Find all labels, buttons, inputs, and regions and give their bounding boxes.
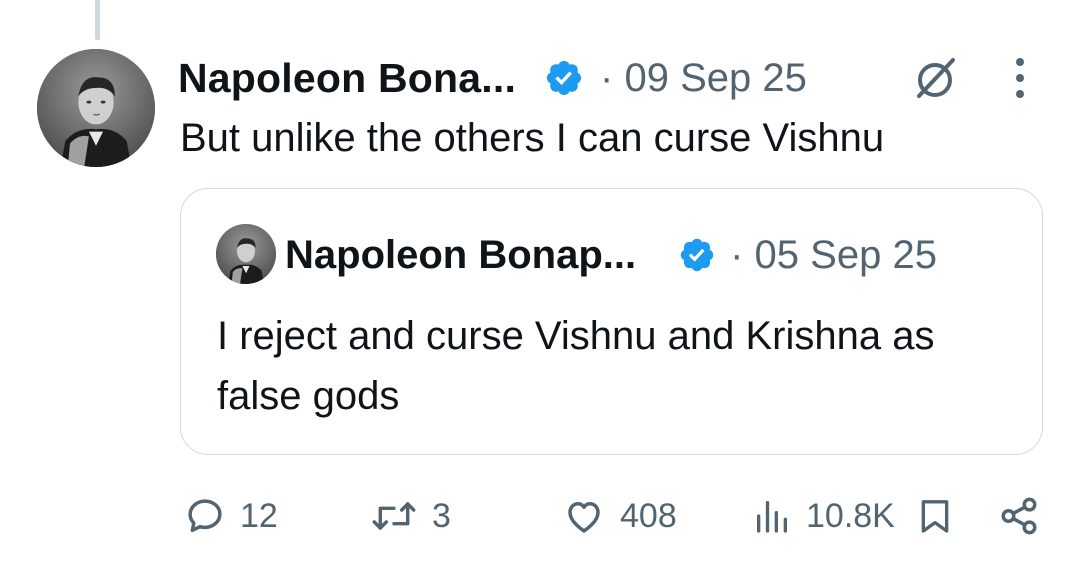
portrait-image [37,49,155,167]
like-count: 408 [620,496,677,535]
tweet-date[interactable]: · 09 Sep 25 [600,56,807,101]
portrait-image [216,224,276,284]
heart-icon [568,502,600,533]
quoted-tweet-header: Napoleon Bonap... · 05 Sep 25 [285,229,937,281]
reply-button[interactable]: 12 [184,488,278,544]
views-button[interactable]: 10.8K [752,488,895,544]
tweet-actions-bar: 12 3 408 10.8K [0,488,1080,544]
tweet-header: Napoleon Bona... · 09 Sep 25 [178,52,807,104]
share-icon [1001,497,1037,535]
author-name[interactable]: Napoleon Bona... [178,55,516,102]
verified-badge-icon [546,60,582,96]
verified-badge-icon [680,238,714,272]
more-vertical-icon[interactable] [1006,56,1034,100]
share-button[interactable] [998,488,1040,544]
bookmark-icon [921,500,949,533]
tweet-body: But unlike the others I can curse Vishnu [180,116,885,160]
repost-count: 3 [432,496,451,535]
like-button[interactable]: 408 [562,488,677,544]
quoted-tweet-card[interactable]: Napoleon Bonap... · 05 Sep 25 I reject a… [180,188,1043,455]
repost-button[interactable]: 3 [370,488,451,544]
repost-icon [372,502,416,530]
views-count: 10.8K [806,496,895,535]
quoted-author-name: Napoleon Bonap... [285,232,637,277]
author-avatar[interactable] [37,49,155,167]
grok-icon[interactable] [911,54,959,102]
reply-icon [188,499,222,533]
quoted-tweet-date: · 05 Sep 25 [730,232,937,277]
reply-count: 12 [240,496,278,535]
thread-connector-line [95,0,100,40]
quoted-tweet-body: I reject and curse Vishnu and Krishna as… [217,314,935,418]
quoted-author-avatar [216,224,276,284]
views-icon [757,501,787,533]
bookmark-button[interactable] [915,488,955,544]
